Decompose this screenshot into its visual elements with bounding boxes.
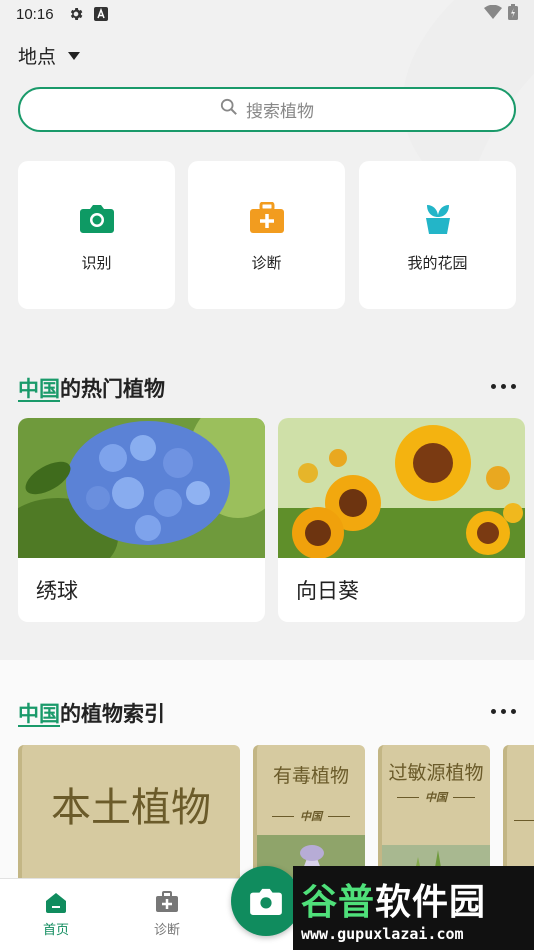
more-options-icon[interactable] (491, 384, 516, 389)
my-garden-button[interactable]: 我的花园 (359, 161, 516, 309)
book-allergen-plants[interactable]: 过敏源植物 中国 (378, 745, 490, 885)
more-options-icon[interactable] (491, 709, 516, 714)
book-poisonous-plants[interactable]: 有毒植物 中国 (253, 745, 365, 885)
nav-diagnose-label: 诊断 (153, 923, 180, 938)
plant-card-sunflower[interactable]: 向日葵 (278, 418, 525, 622)
book-next-partial[interactable] (503, 745, 534, 885)
watermark-url: www.gupuxlazai.com (301, 925, 464, 943)
book-subtitle: 中国 (257, 808, 365, 824)
book-title: 有毒植物 (272, 765, 349, 787)
watermark-logo: 谷普软件园 www.gupuxlazai.com (293, 866, 534, 950)
book-divider (507, 820, 534, 821)
diagnose-button[interactable]: 诊断 (188, 161, 345, 309)
nav-home-label: 首页 (42, 923, 69, 938)
nav-diagnose[interactable]: 诊断 (132, 891, 202, 938)
camera-icon (77, 198, 117, 238)
plant-pot-icon (418, 198, 458, 238)
camera-icon (250, 888, 282, 915)
region-highlight[interactable]: 中国 (18, 377, 60, 401)
medkit-icon (247, 198, 287, 238)
my-garden-label: 我的花园 (407, 253, 468, 272)
camera-scan-button[interactable] (231, 866, 301, 936)
popular-title-rest: 的热门植物 (60, 377, 165, 401)
search-placeholder: 搜索植物 (246, 102, 314, 122)
plant-card-hydrangea[interactable]: 绣球 (18, 418, 265, 622)
book-title: 本土植物 (51, 785, 211, 831)
plant-name: 向日葵 (296, 579, 359, 603)
region-highlight[interactable]: 中国 (18, 702, 60, 726)
search-input[interactable]: 搜索植物 (18, 87, 516, 132)
popular-section-title: 中国的热门植物 (18, 373, 165, 403)
nav-home[interactable]: 首页 (21, 891, 91, 938)
clock: 10:16 (16, 5, 54, 23)
identify-button[interactable]: 识别 (18, 161, 175, 309)
text-input-icon (93, 7, 108, 21)
diagnose-label: 诊断 (251, 253, 282, 272)
index-section-title: 中国的植物索引 (18, 698, 165, 728)
hydrangea-image (18, 418, 265, 558)
location-label: 地点 (18, 46, 57, 68)
location-selector[interactable]: 地点 (18, 42, 81, 69)
medkit-icon (156, 891, 178, 912)
sunflower-image (278, 418, 525, 558)
book-subtitle: 中国 (382, 789, 490, 805)
caret-down-icon (68, 51, 81, 60)
book-native-plants[interactable]: 本土植物 (18, 745, 240, 885)
index-title-rest: 的植物索引 (60, 702, 165, 726)
settings-icon (68, 6, 84, 22)
search-icon (220, 98, 238, 121)
watermark-text-a: 谷普 (301, 882, 376, 923)
plant-name: 绣球 (36, 579, 78, 603)
identify-label: 识别 (81, 253, 112, 272)
book-title: 过敏源植物 (388, 762, 484, 784)
home-icon (46, 893, 66, 913)
watermark-text-b: 软件园 (375, 882, 487, 923)
